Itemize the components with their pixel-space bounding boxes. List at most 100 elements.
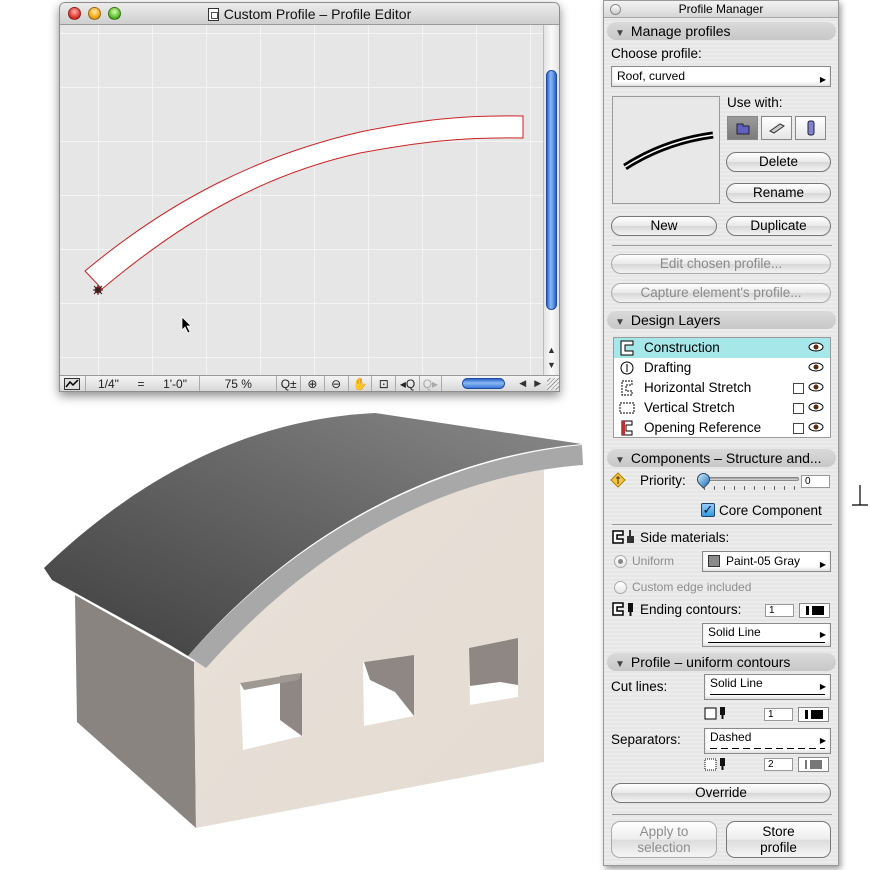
new-button[interactable]: New: [611, 216, 717, 236]
zoom-in-icon[interactable]: ⊕: [301, 376, 325, 391]
visibility-eye-icon[interactable]: [808, 382, 824, 392]
section-design-layers[interactable]: ▼ Design Layers: [607, 311, 836, 329]
separators-label: Separators:: [611, 732, 681, 747]
disclosure-triangle-icon: ▼: [615, 317, 625, 328]
ending-contours-label: Ending contours:: [640, 602, 742, 617]
layer-checkbox[interactable]: [793, 383, 804, 394]
core-component-label: Core Component: [719, 503, 822, 518]
separator-pen-input[interactable]: 2: [764, 758, 793, 771]
section-components[interactable]: ▼ Components – Structure and...: [607, 449, 836, 467]
layer-checkbox[interactable]: [793, 403, 804, 414]
rename-button[interactable]: Rename: [726, 183, 831, 203]
zoom-readout[interactable]: 75 %: [200, 376, 278, 391]
ending-line-type-popup[interactable]: Solid Line ▶: [702, 623, 831, 647]
disclosure-triangle-icon: ▼: [615, 659, 625, 670]
use-with-slab-roof-button[interactable]: [727, 116, 758, 140]
scale-left: 1/4": [98, 376, 119, 391]
visibility-eye-icon[interactable]: [808, 422, 824, 432]
vertical-scrollbar[interactable]: ▲ ▼: [543, 25, 559, 377]
use-with-column-button[interactable]: [795, 116, 826, 140]
palette-title: Profile Manager: [678, 2, 764, 16]
priority-slider-track[interactable]: [699, 477, 799, 481]
vertical-stretch-icon: [619, 402, 635, 414]
section-manage-profiles[interactable]: ▼ Manage profiles: [607, 22, 836, 40]
delete-button[interactable]: Delete: [726, 152, 831, 172]
choose-profile-popup[interactable]: Roof, curved ▶: [611, 66, 831, 87]
cut-pen-icon: [704, 707, 725, 720]
button-label-line-2: profile: [760, 840, 797, 855]
resize-grip[interactable]: [547, 377, 559, 390]
disclosure-triangle-icon: ▼: [615, 28, 625, 39]
layer-row-vertical-stretch[interactable]: Vertical Stretch: [614, 398, 830, 418]
palette-titlebar[interactable]: Profile Manager: [604, 1, 838, 18]
visibility-eye-icon[interactable]: [808, 402, 824, 412]
separator: [612, 245, 832, 246]
profile-shape[interactable]: [60, 25, 544, 377]
button-label-line-2: selection: [637, 840, 691, 855]
button-label-line-1: Store: [762, 824, 795, 839]
palette-close-button[interactable]: [610, 4, 621, 15]
cut-pen-input[interactable]: 1: [764, 708, 793, 721]
core-component-checkbox[interactable]: ✓: [701, 503, 715, 517]
next-zoom-icon[interactable]: Q▸: [420, 376, 442, 391]
zoom-out-icon[interactable]: ⊖: [325, 376, 349, 391]
separator-pen-weight-button[interactable]: [798, 757, 829, 772]
scroll-down-arrow[interactable]: ▼: [544, 358, 559, 372]
disclosure-triangle-icon: ▼: [615, 455, 625, 466]
override-button[interactable]: Override: [611, 783, 831, 803]
edit-chosen-profile-button[interactable]: Edit chosen profile...: [611, 254, 831, 274]
use-with-beam-button[interactable]: [761, 116, 792, 140]
profile-preview: [612, 96, 720, 204]
separator: [612, 524, 832, 525]
scroll-up-arrow[interactable]: ▲: [544, 343, 559, 357]
separator-line-type-popup[interactable]: Dashed ▶: [704, 728, 831, 754]
fit-window-icon[interactable]: ⊡: [372, 376, 397, 391]
section-uniform-contours[interactable]: ▼ Profile – uniform contours: [607, 653, 836, 671]
cut-pen-weight-button[interactable]: [798, 707, 829, 722]
duplicate-button[interactable]: Duplicate: [726, 216, 831, 236]
scroll-right-arrow[interactable]: ▶: [534, 378, 541, 389]
scale-readout[interactable]: 1/4" = 1'-0": [86, 376, 201, 391]
slider-ticks: [704, 486, 796, 490]
layer-row-opening-reference[interactable]: Opening Reference: [614, 418, 830, 438]
cut-lines-label: Cut lines:: [611, 679, 668, 694]
custom-edge-radio[interactable]: [614, 581, 627, 594]
material-popup[interactable]: Paint-05 Gray ▶: [702, 551, 831, 572]
capture-element-profile-button[interactable]: Capture element's profile...: [611, 283, 831, 303]
vertical-scroll-thumb[interactable]: [546, 70, 557, 310]
horizontal-scroll-thumb[interactable]: [461, 378, 506, 389]
profile-editor-window: Custom Profile – Profile Editor ▲ ▼ 1/4"…: [59, 2, 560, 392]
pan-hand-icon[interactable]: ✋: [349, 376, 373, 391]
previous-zoom-icon[interactable]: ◂Q: [396, 376, 420, 391]
profile-canvas[interactable]: [60, 25, 544, 377]
cut-line-type-popup[interactable]: Solid Line ▶: [704, 674, 831, 700]
popup-arrow-icon: ▶: [819, 682, 826, 691]
layer-label: Construction: [644, 340, 720, 355]
layer-row-horizontal-stretch[interactable]: Horizontal Stretch: [614, 378, 830, 398]
layer-checkbox[interactable]: [793, 423, 804, 434]
scale-equals: =: [137, 376, 145, 391]
profile-value: Roof, curved: [617, 69, 686, 83]
editor-titlebar[interactable]: Custom Profile – Profile Editor: [60, 3, 559, 25]
navigator-icon[interactable]: [60, 376, 86, 391]
popup-arrow-icon: ▶: [819, 75, 826, 84]
priority-input[interactable]: 0: [801, 475, 830, 488]
store-profile-button[interactable]: Store profile: [726, 821, 831, 858]
apply-to-selection-button[interactable]: Apply to selection: [611, 821, 717, 858]
profile-manager-palette: Profile Manager ▼ Manage profiles Choose …: [603, 0, 839, 866]
curved-roof-profile[interactable]: [84, 115, 524, 290]
choose-profile-label: Choose profile:: [611, 46, 702, 61]
layer-row-construction[interactable]: Construction: [614, 338, 830, 358]
line-type-value: Solid Line: [708, 625, 761, 639]
scroll-left-arrow[interactable]: ◀: [519, 378, 526, 389]
ending-pen-weight-button[interactable]: [799, 603, 830, 618]
uniform-radio[interactable]: [614, 555, 627, 568]
layer-label: Vertical Stretch: [644, 400, 735, 415]
roof-slab-icon: [736, 123, 749, 135]
zoom-toggle-icon[interactable]: Q±: [277, 376, 302, 391]
visibility-eye-icon[interactable]: [808, 342, 824, 352]
visibility-eye-icon[interactable]: [808, 362, 824, 372]
ending-pen-input[interactable]: 1: [765, 604, 794, 617]
layer-row-drafting[interactable]: Drafting: [614, 358, 830, 378]
section-label: Design Layers: [630, 312, 721, 328]
